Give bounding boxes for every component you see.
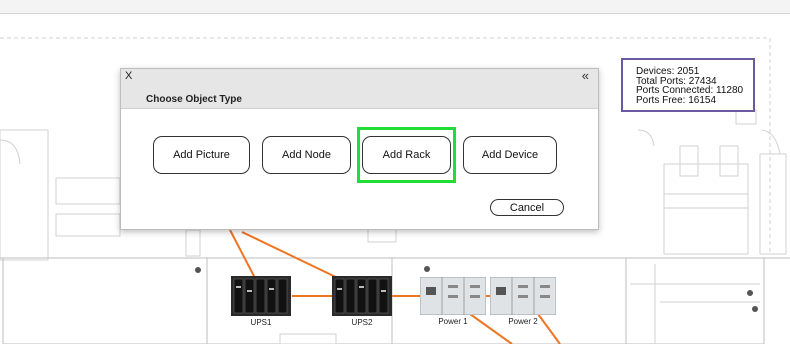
top-toolbar <box>0 0 790 14</box>
equipment-label: Power 1 <box>438 317 468 326</box>
collapse-icon[interactable]: « <box>582 68 589 83</box>
add-device-button[interactable]: Add Device <box>463 136 557 174</box>
cancel-button[interactable]: Cancel <box>490 199 564 216</box>
equipment-label: Power 2 <box>508 317 538 326</box>
add-rack-button[interactable]: Add Rack <box>362 136 451 174</box>
ports-free-count: Ports Free: 16154 <box>636 94 717 106</box>
add-node-button[interactable]: Add Node <box>262 136 351 174</box>
power1-equipment[interactable]: Power 1 <box>419 276 487 329</box>
dialog-header: X « Choose Object Type <box>121 68 598 109</box>
power-panel-icon <box>419 276 487 316</box>
ups-rack-icon <box>231 276 291 316</box>
ups2-equipment[interactable]: UPS2 <box>332 276 392 328</box>
port-stats-box: Devices: 2051 Total Ports: 27434 Ports C… <box>621 58 755 112</box>
ups1-equipment[interactable]: UPS1 <box>231 276 291 328</box>
choose-object-type-dialog: X « Choose Object Type Add Picture Add N… <box>120 68 599 230</box>
ups-rack-icon <box>332 276 392 316</box>
add-picture-button[interactable]: Add Picture <box>153 136 250 174</box>
equipment-label: UPS1 <box>250 318 272 327</box>
dialog-title: Choose Object Type <box>146 94 242 105</box>
equipment-label: UPS2 <box>351 318 373 327</box>
power2-equipment[interactable]: Power 2 <box>489 276 557 329</box>
close-icon[interactable]: X <box>125 70 132 82</box>
power-panel-icon <box>489 276 557 316</box>
